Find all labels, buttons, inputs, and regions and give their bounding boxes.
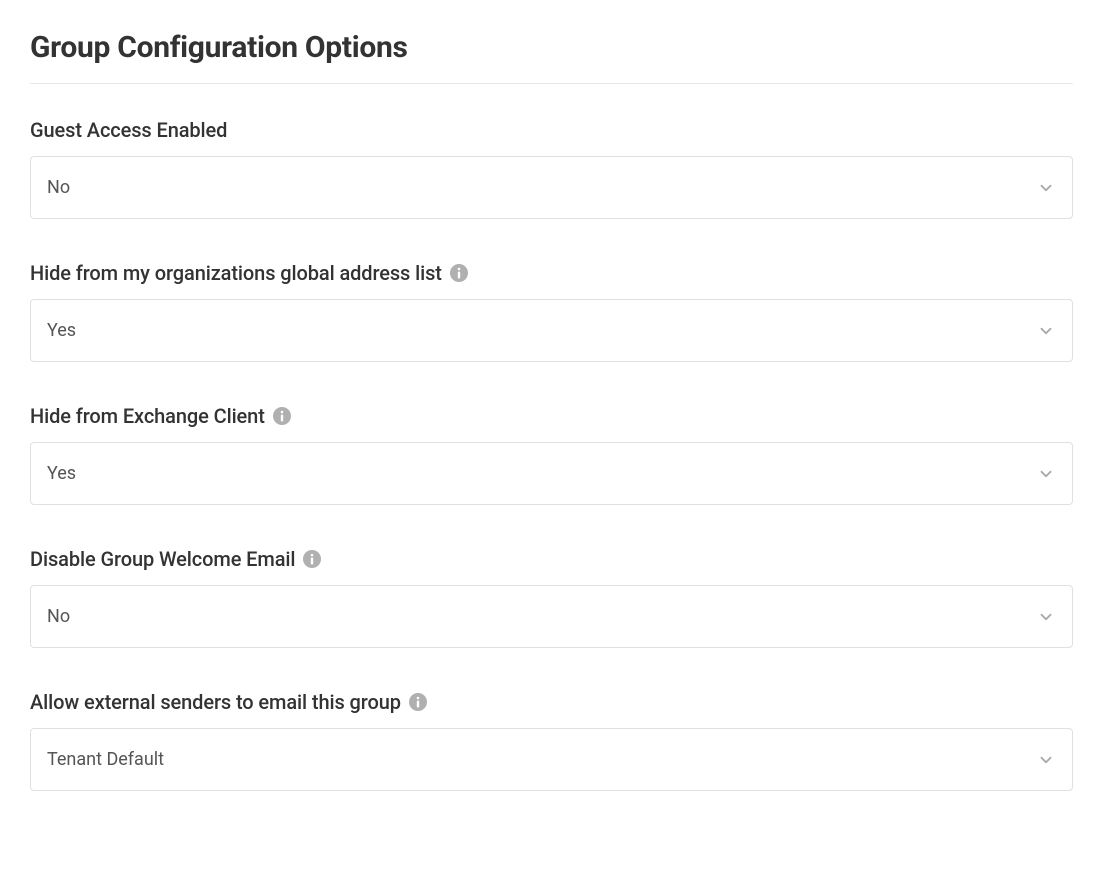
select-value: Tenant Default — [47, 749, 164, 770]
field-label: Hide from my organizations global addres… — [30, 261, 442, 285]
field-label: Allow external senders to email this gro… — [30, 690, 401, 714]
field-label-row: Guest Access Enabled — [30, 118, 1073, 142]
select-wrap: No — [30, 585, 1073, 648]
info-icon[interactable] — [450, 264, 468, 282]
field-label-row: Hide from Exchange Client — [30, 404, 1073, 428]
field-label-row: Allow external senders to email this gro… — [30, 690, 1073, 714]
section-title: Group Configuration Options — [30, 30, 1073, 84]
allow-external-senders-select[interactable]: Tenant Default — [30, 728, 1073, 791]
select-value: No — [47, 177, 70, 198]
info-icon[interactable] — [303, 550, 321, 568]
field-label: Guest Access Enabled — [30, 118, 227, 142]
guest-access-select[interactable]: No — [30, 156, 1073, 219]
hide-exchange-client-select[interactable]: Yes — [30, 442, 1073, 505]
field-hide-global-address: Hide from my organizations global addres… — [30, 261, 1073, 362]
field-label-row: Disable Group Welcome Email — [30, 547, 1073, 571]
disable-welcome-email-select[interactable]: No — [30, 585, 1073, 648]
field-label: Hide from Exchange Client — [30, 404, 265, 428]
info-icon[interactable] — [273, 407, 291, 425]
field-guest-access: Guest Access Enabled No — [30, 118, 1073, 219]
field-hide-exchange-client: Hide from Exchange Client Yes — [30, 404, 1073, 505]
field-label-row: Hide from my organizations global addres… — [30, 261, 1073, 285]
select-wrap: Yes — [30, 299, 1073, 362]
field-allow-external-senders: Allow external senders to email this gro… — [30, 690, 1073, 791]
select-wrap: Yes — [30, 442, 1073, 505]
info-icon[interactable] — [409, 693, 427, 711]
hide-global-address-select[interactable]: Yes — [30, 299, 1073, 362]
field-label: Disable Group Welcome Email — [30, 547, 295, 571]
select-wrap: Tenant Default — [30, 728, 1073, 791]
field-disable-welcome-email: Disable Group Welcome Email No — [30, 547, 1073, 648]
select-value: Yes — [47, 463, 76, 484]
select-value: Yes — [47, 320, 76, 341]
select-wrap: No — [30, 156, 1073, 219]
select-value: No — [47, 606, 70, 627]
